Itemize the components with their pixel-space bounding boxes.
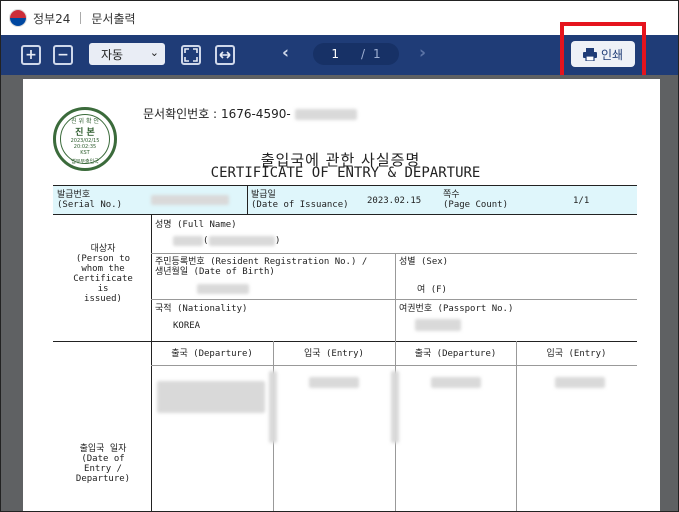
- subject-label-line: is: [97, 284, 109, 294]
- zoom-select-value: 자동: [101, 47, 124, 62]
- row-line: [151, 253, 637, 254]
- plus-icon: +: [25, 47, 37, 63]
- current-page[interactable]: 1: [331, 47, 339, 61]
- col-entry: 입국 (Entry): [304, 349, 364, 359]
- entry-label-line: 출입국 일자: [79, 444, 127, 454]
- certificate-title-en: CERTIFICATE OF ENTRY & DEPARTURE: [210, 165, 481, 181]
- redacted-entry-date: [309, 377, 359, 388]
- redacted-column-mark: [391, 371, 399, 443]
- next-page-icon[interactable]: ›: [419, 43, 426, 63]
- nationality-value: KOREA: [173, 321, 201, 331]
- row-line: [151, 299, 637, 300]
- entry-col-divider: [516, 341, 517, 511]
- fit-width-button[interactable]: [215, 45, 235, 65]
- redacted-block: [294, 109, 357, 120]
- col-departure-2: 출국 (Departure): [414, 349, 497, 359]
- header-row-line: [151, 365, 637, 366]
- passport-label: 여권번호 (Passport No.): [399, 304, 514, 314]
- subject-divider: [151, 215, 152, 341]
- entry-label-line: Entry /: [84, 464, 122, 474]
- print-highlight-box: [560, 22, 646, 79]
- page-label-en: (Page Count): [443, 200, 509, 210]
- brand-label: 정부24: [33, 11, 71, 26]
- total-pages: 1: [373, 47, 381, 61]
- page-separator: /: [360, 47, 366, 61]
- issue-label-ko: 발급일: [251, 190, 276, 200]
- section-line: [53, 341, 637, 342]
- seal-top-text: 진 위 확 인: [71, 118, 99, 125]
- reg-label-1: 주민등록번호 (Resident Registration No.) /: [155, 257, 368, 267]
- col-entry-2: 입국 (Entry): [546, 349, 607, 359]
- minus-icon: −: [57, 47, 69, 63]
- chevron-down-icon: ⌄: [149, 46, 159, 59]
- subject-label: 대상자 (Person to whom the Certificate is i…: [55, 244, 151, 304]
- gov24-logo-icon: [9, 9, 27, 27]
- title-separator: [80, 12, 82, 24]
- redacted-column-mark: [269, 371, 277, 443]
- redacted-entry-date-2: [555, 377, 605, 388]
- page-count: 1/1: [573, 196, 590, 206]
- entry-section-divider: [151, 341, 152, 511]
- fit-page-button[interactable]: [181, 45, 201, 65]
- redacted-departure-date: [431, 377, 481, 388]
- window-frame: 정부24 문서출력 + − 자동 ⌄ ‹ 1 / 1 › 인쇄 문서확인번호 :…: [0, 0, 679, 512]
- redacted-reg-no: [197, 284, 249, 294]
- document-number-label: 문서확인번호 :: [143, 107, 218, 121]
- sex-label: 성별 (Sex): [399, 257, 449, 267]
- entry-label-line: (Date of: [81, 454, 125, 464]
- subject-label-line: issued): [84, 294, 122, 304]
- serial-label-en: (Serial No.): [57, 200, 123, 210]
- page-indicator: 1 / 1: [313, 43, 399, 65]
- name-paren-open: (: [203, 236, 209, 246]
- column-divider: [395, 253, 396, 341]
- band-divider: [247, 185, 248, 215]
- serial-label-ko: 발급번호: [57, 190, 91, 200]
- issue-date: 2023.02.15: [367, 196, 422, 206]
- document-number: 문서확인번호 : 1676-4590-: [143, 105, 357, 122]
- redacted-name-en: [209, 236, 275, 246]
- sex-value: 여 (F): [417, 285, 447, 295]
- fullname-label: 성명 (Full Name): [155, 220, 237, 230]
- col-departure: 출국 (Departure): [171, 349, 253, 359]
- subject-label-line: Certificate: [73, 274, 133, 284]
- entry-label: 출입국 일자 (Date of Entry / Departure): [55, 444, 151, 484]
- entry-label-line: Departure): [75, 474, 131, 484]
- subject-label-line: 대상자: [90, 244, 116, 254]
- reg-label-2: 생년월일 (Date of Birth): [155, 267, 275, 277]
- name-paren-close: ): [275, 236, 281, 246]
- document-number-value: 1676-4590-: [220, 107, 291, 121]
- seal-main-text: 진 본: [75, 128, 95, 138]
- nationality-label: 국적 (Nationality): [155, 304, 248, 314]
- issue-label-en: (Date of Issuance): [251, 200, 349, 210]
- redacted-departure-entries: [157, 381, 265, 413]
- redacted-serial: [151, 195, 229, 205]
- zoom-out-button[interactable]: −: [53, 45, 73, 65]
- window-title: 문서출력: [91, 11, 136, 26]
- zoom-select[interactable]: 자동 ⌄: [89, 43, 165, 65]
- page-label-ko: 쪽수: [443, 190, 460, 200]
- prev-page-icon[interactable]: ‹: [282, 43, 289, 63]
- redacted-name: [173, 236, 203, 246]
- subject-label-line: (Person to: [75, 254, 131, 264]
- fit-page-icon: [184, 48, 198, 62]
- zoom-in-button[interactable]: +: [21, 45, 41, 65]
- subject-label-line: whom the: [81, 264, 125, 274]
- fit-width-icon: [219, 51, 231, 59]
- redacted-passport: [415, 319, 461, 331]
